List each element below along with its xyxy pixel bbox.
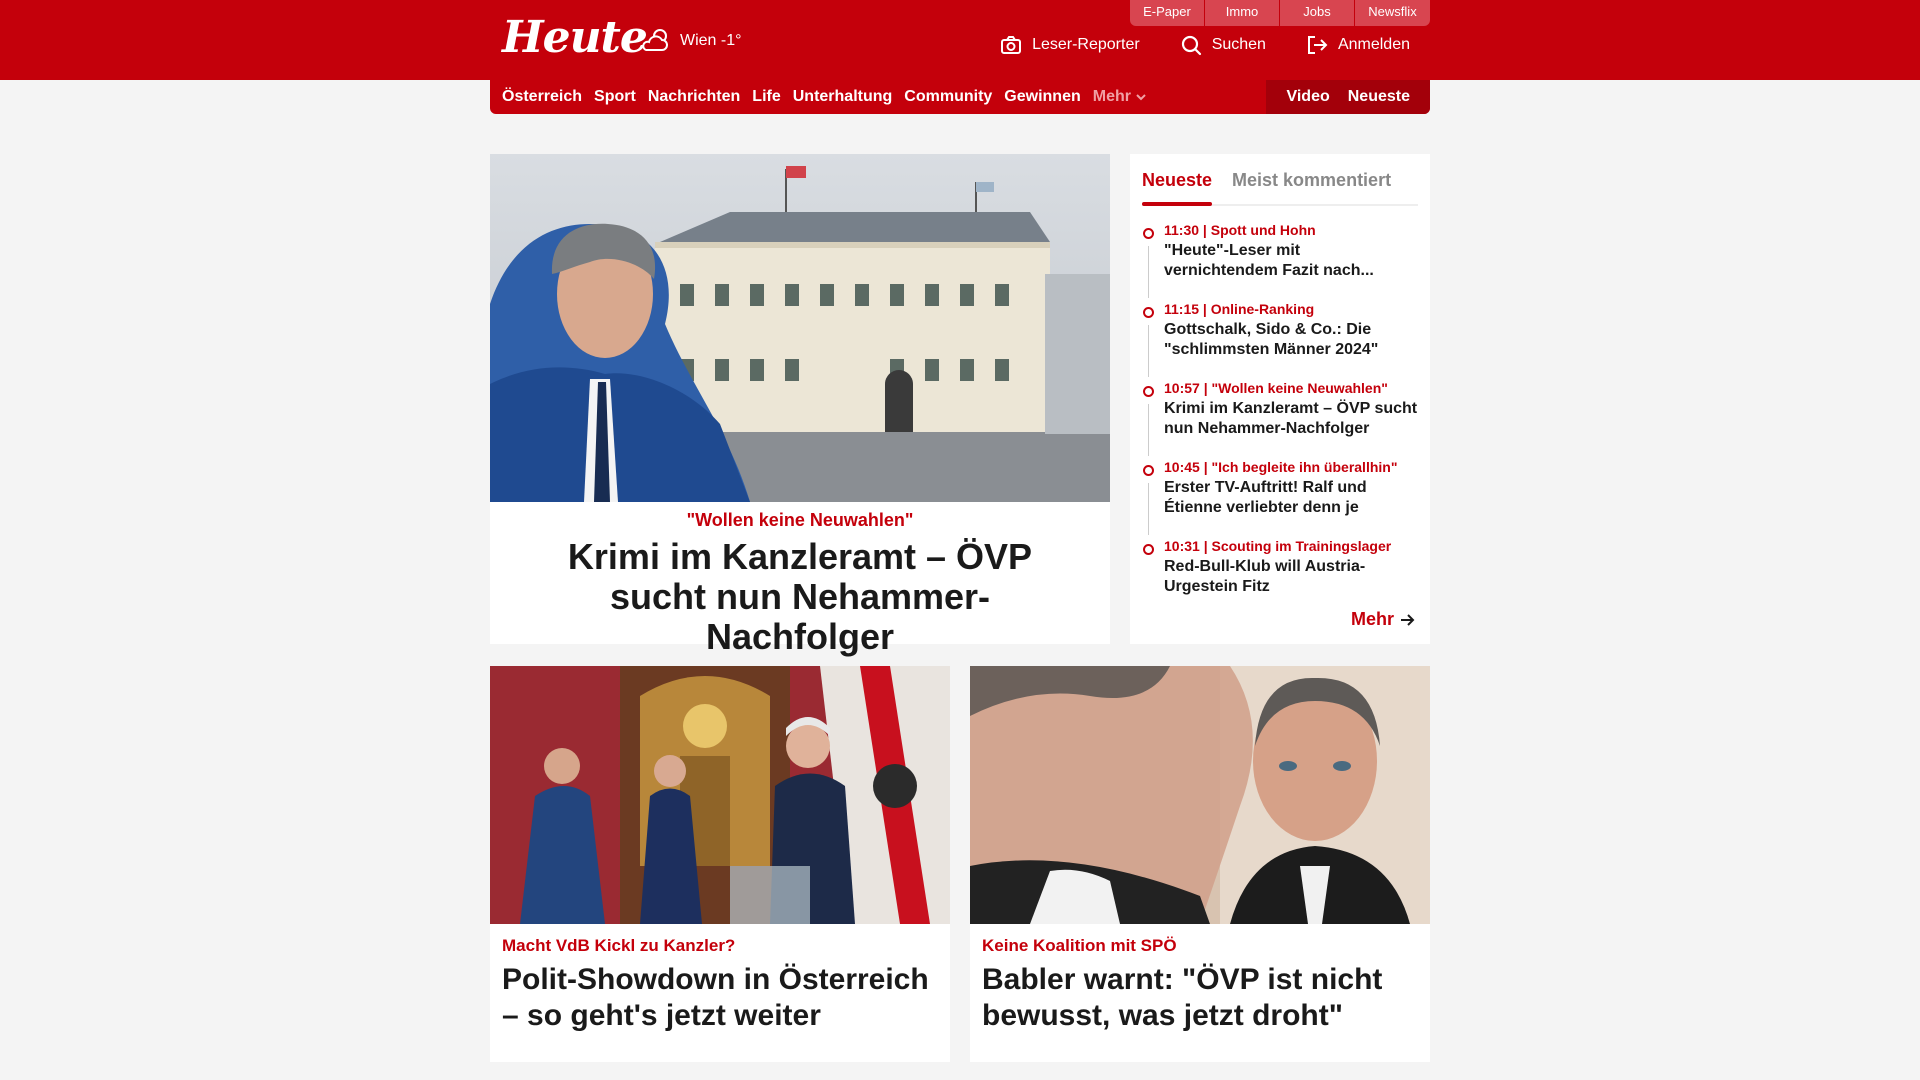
list-item-meta: 11:30 | Spott und Hohn bbox=[1164, 222, 1316, 238]
cloud-sun-icon bbox=[642, 29, 668, 51]
list-item-headline[interactable]: Krimi im Kanzleramt – ÖVP sucht nun Neha… bbox=[1164, 399, 1418, 439]
login-icon bbox=[1307, 36, 1328, 54]
sidebar-more-link[interactable]: Mehr bbox=[1351, 609, 1416, 630]
heute-logo[interactable]: Heute bbox=[502, 12, 648, 63]
article-card[interactable]: Macht VdB Kickl zu Kanzler? Polit-Showdo… bbox=[490, 666, 950, 1062]
list-item[interactable]: 10:57 | "Wollen keine Neuwahlen" Krimi i… bbox=[1142, 380, 1418, 459]
timeline-line bbox=[1148, 483, 1149, 535]
timeline-line bbox=[1148, 246, 1149, 298]
nav-item-community[interactable]: Community bbox=[904, 88, 992, 106]
news-ticker-list: 11:30 | Spott und Hohn "Heute"-Leser mit… bbox=[1142, 222, 1418, 617]
article-headline[interactable]: Polit-Showdown in Österreich – so geht's… bbox=[502, 962, 938, 1034]
list-item-headline[interactable]: Red-Bull-Klub will Austria-Urgestein Fit… bbox=[1164, 557, 1418, 597]
article-image[interactable] bbox=[490, 666, 950, 924]
sidebar-more-label: Mehr bbox=[1350, 609, 1394, 629]
search-button[interactable]: Suchen bbox=[1180, 34, 1266, 56]
sidebar-tabs: Neueste Meist kommentiert bbox=[1142, 162, 1418, 206]
main-navigation: Österreich Sport Nachrichten Life Unterh… bbox=[490, 80, 1430, 114]
camera-icon bbox=[1001, 36, 1022, 54]
list-item[interactable]: 11:15 | Online-Ranking Gottschalk, Sido … bbox=[1142, 301, 1418, 380]
quicklink-newsflix[interactable]: Newsflix bbox=[1355, 0, 1430, 26]
login-label: Anmelden bbox=[1337, 36, 1410, 53]
header-actions: Leser-Reporter Suchen Anmelden bbox=[1000, 34, 1410, 56]
timeline-line bbox=[1148, 404, 1149, 456]
nav-item-sport[interactable]: Sport bbox=[594, 88, 636, 106]
top-bar bbox=[0, 0, 1920, 80]
timeline-dot-icon bbox=[1143, 544, 1154, 555]
article-kicker: Macht VdB Kickl zu Kanzler? bbox=[502, 936, 736, 955]
nav-item-oesterreich[interactable]: Österreich bbox=[502, 88, 582, 106]
hero-headline[interactable]: Krimi im Kanzleramt – ÖVP sucht nun Neha… bbox=[520, 537, 1080, 657]
list-item[interactable]: 10:31 | Scouting im Trainingslager Red-B… bbox=[1142, 538, 1418, 617]
nav-more-label: Mehr bbox=[1092, 88, 1131, 105]
tab-neueste[interactable]: Neueste bbox=[1142, 162, 1213, 206]
list-item-meta: 10:31 | Scouting im Trainingslager bbox=[1164, 538, 1392, 554]
hero-kicker: "Wollen keine Neuwahlen" bbox=[686, 510, 914, 530]
timeline-dot-icon bbox=[1143, 228, 1154, 239]
list-item[interactable]: 11:30 | Spott und Hohn "Heute"-Leser mit… bbox=[1142, 222, 1418, 301]
timeline-dot-icon bbox=[1143, 465, 1154, 476]
leser-reporter-label: Leser-Reporter bbox=[1032, 36, 1140, 53]
search-icon bbox=[1181, 35, 1201, 56]
nav-item-nachrichten[interactable]: Nachrichten bbox=[648, 88, 740, 106]
timeline-dot-icon bbox=[1143, 386, 1154, 397]
quicklink-jobs[interactable]: Jobs bbox=[1280, 0, 1355, 26]
leser-reporter-button[interactable]: Leser-Reporter bbox=[1000, 34, 1140, 56]
nav-item-unterhaltung[interactable]: Unterhaltung bbox=[793, 88, 893, 106]
nav-right-section: Video Neueste bbox=[1266, 80, 1430, 114]
article-card[interactable]: Keine Koalition mit SPÖ Babler warnt: "Ö… bbox=[970, 666, 1430, 1062]
weather-widget[interactable]: Wien -1° bbox=[640, 26, 742, 56]
nav-more-dropdown[interactable]: Mehr bbox=[1093, 88, 1147, 106]
quicklink-immo[interactable]: Immo bbox=[1205, 0, 1280, 26]
timeline-dot-icon bbox=[1143, 307, 1154, 318]
list-item-headline[interactable]: Erster TV-Auftritt! Ralf und Étienne ver… bbox=[1164, 478, 1418, 518]
list-item-meta: 10:45 | "Ich begleite ihn überallhin" bbox=[1164, 459, 1398, 475]
hero-image[interactable] bbox=[490, 154, 1110, 502]
list-item-meta: 10:57 | "Wollen keine Neuwahlen" bbox=[1164, 380, 1388, 396]
weather-label: Wien -1° bbox=[680, 32, 742, 49]
list-item[interactable]: 10:45 | "Ich begleite ihn überallhin" Er… bbox=[1142, 459, 1418, 538]
nav-item-video[interactable]: Video bbox=[1286, 88, 1329, 106]
search-label: Suchen bbox=[1211, 36, 1266, 53]
quicklink-epaper[interactable]: E-Paper bbox=[1130, 0, 1205, 26]
hero-article[interactable]: "Wollen keine Neuwahlen" Krimi im Kanzle… bbox=[490, 154, 1110, 657]
article-image[interactable] bbox=[970, 666, 1430, 924]
nav-item-gewinnen[interactable]: Gewinnen bbox=[1004, 88, 1080, 106]
tab-meist-kommentiert[interactable]: Meist kommentiert bbox=[1232, 162, 1391, 204]
article-headline[interactable]: Babler warnt: "ÖVP ist nicht bewusst, wa… bbox=[982, 962, 1418, 1034]
timeline-line bbox=[1148, 325, 1149, 377]
article-kicker: Keine Koalition mit SPÖ bbox=[982, 936, 1177, 955]
quicklinks-bar: E-Paper Immo Jobs Newsflix bbox=[1130, 0, 1430, 26]
arrow-right-icon bbox=[1401, 613, 1415, 626]
chevron-down-icon bbox=[1136, 94, 1146, 101]
list-item-headline[interactable]: "Heute"-Leser mit vernichtendem Fazit na… bbox=[1164, 241, 1418, 281]
kanzleramt-building bbox=[655, 212, 1050, 432]
nav-item-life[interactable]: Life bbox=[752, 88, 780, 106]
news-sidebar: Neueste Meist kommentiert 11:30 | Spott … bbox=[1130, 154, 1430, 644]
list-item-meta: 11:15 | Online-Ranking bbox=[1164, 301, 1315, 317]
login-button[interactable]: Anmelden bbox=[1306, 34, 1410, 56]
list-item-headline[interactable]: Gottschalk, Sido & Co.: Die "schlimmsten… bbox=[1164, 320, 1418, 360]
nav-item-neueste[interactable]: Neueste bbox=[1348, 88, 1410, 106]
